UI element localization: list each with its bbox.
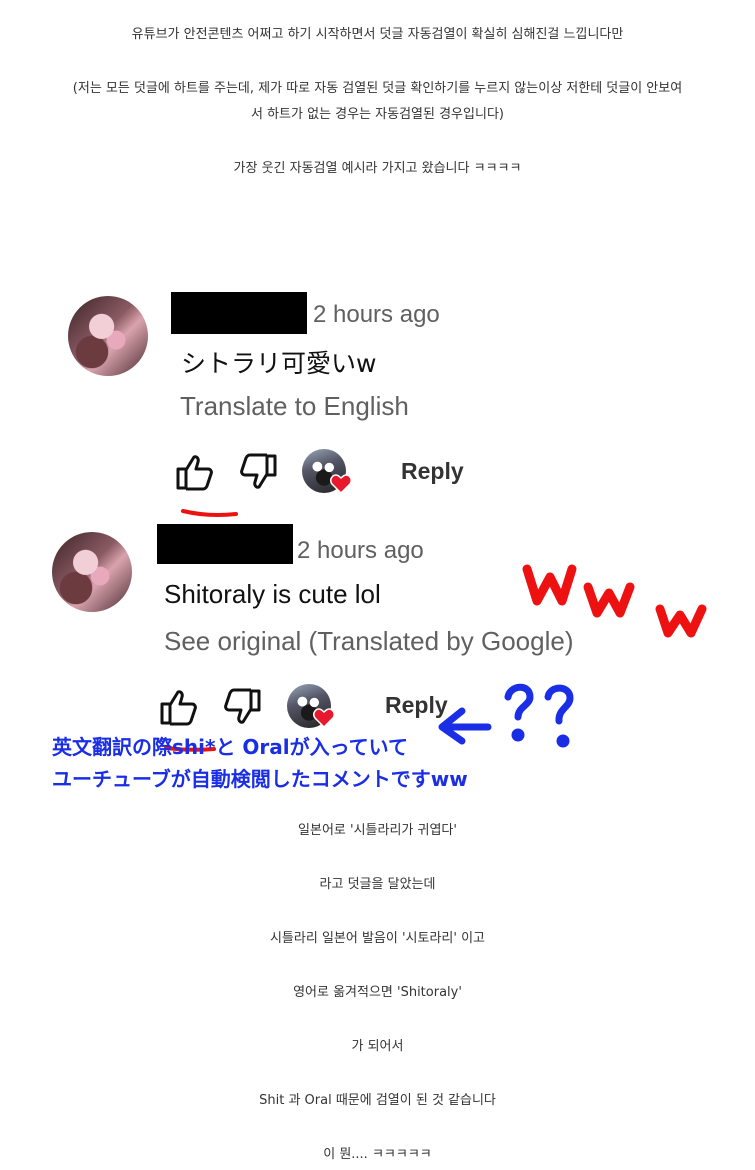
post-example: 가장 웃긴 자동검열 예시라 가지고 왔습니다 ㅋㅋㅋㅋ: [233, 161, 522, 176]
post-intro: 유튜브가 안전콘텐츠 어쩌고 하기 시작하면서 덧글 자동검열이 확실히 심해진…: [131, 27, 624, 42]
outro-line-3: 시틀라리 일본어 발음이 '시토라리' 이고: [269, 931, 486, 946]
translate-link[interactable]: Translate to English: [180, 391, 409, 422]
jp-annotation-line-1: 英文翻訳の際shi*と Oralが入っていて: [52, 735, 409, 759]
comment-time: 2 hours ago: [313, 301, 440, 328]
post-note-line-1: (저는 모든 덧글에 하트를 주는데, 제가 따로 자동 검열된 덧글 확인하기…: [72, 81, 683, 96]
outro-line-7: 이 뭔.... ㅋㅋㅋㅋㅋ: [323, 1147, 432, 1162]
heart-icon: [313, 708, 335, 728]
thumbs-down-icon[interactable]: [238, 453, 278, 491]
outro-line-6: Shit 과 Oral 때문에 검열이 된 것 같습니다: [259, 1093, 496, 1108]
reply-button[interactable]: Reply: [401, 458, 464, 485]
jp-annotation-line-2: ユーチューブが自動検閲したコメントですww: [52, 767, 468, 791]
redacted-username: [157, 524, 293, 564]
see-original-link[interactable]: See original (Translated by Google): [164, 626, 573, 657]
outro-line-5: 가 되어서: [351, 1039, 404, 1054]
thumbs-up-icon[interactable]: [159, 688, 199, 726]
reply-button[interactable]: Reply: [385, 692, 448, 719]
avatar: [52, 532, 132, 612]
thumbs-up-icon[interactable]: [175, 453, 215, 491]
redacted-username: [171, 292, 307, 334]
outro-line-1: 일본어로 '시틀라리가 귀엽다': [298, 823, 457, 838]
comment-text: シトラリ可愛いw: [181, 349, 377, 378]
avatar: [68, 296, 148, 376]
thumbs-down-icon[interactable]: [222, 688, 262, 726]
www-scribble: [522, 564, 707, 638]
outro-line-4: 영어로 옮겨적으면 'Shitoraly': [293, 985, 462, 1000]
comments-screenshot: 2 hours ago シトラリ可愛いw Translate to Englis…: [0, 270, 755, 800]
comment-text: Shitoraly is cute lol: [164, 579, 381, 609]
blue-arrow: [438, 707, 492, 745]
outro-line-2: 라고 덧글을 달았는데: [319, 877, 436, 892]
post-note-line-2: 서 하트가 없는 경우는 자동검열된 경우입니다): [251, 107, 504, 122]
heart-icon: [330, 474, 352, 494]
comment-time: 2 hours ago: [297, 537, 424, 564]
question-marks: [504, 683, 574, 748]
